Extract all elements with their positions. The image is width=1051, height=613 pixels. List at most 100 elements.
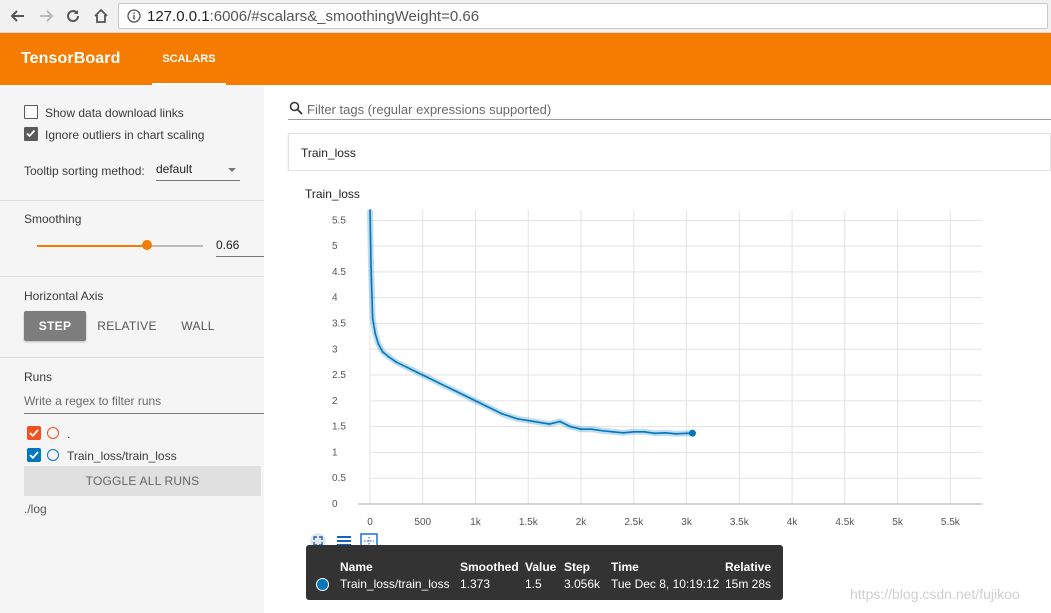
- y-tick-label: 0.5: [332, 473, 346, 484]
- smoothing-input[interactable]: 0.66: [216, 238, 264, 257]
- x-tick-label: 1k: [470, 517, 482, 528]
- series-point: [370, 265, 372, 268]
- x-tick-label: 5k: [892, 517, 904, 528]
- x-tick-label: 5.5k: [941, 517, 961, 528]
- url-path: :6006/#scalars&_smoothingWeight=0.66: [209, 7, 480, 25]
- tag-group-title: Train_loss: [301, 146, 356, 160]
- divider: [0, 357, 264, 358]
- series-point: [675, 432, 677, 435]
- series-line: [369, 209, 693, 435]
- y-tick-label: 1.5: [332, 422, 346, 433]
- y-tick-label: 5: [332, 241, 338, 252]
- series-point: [622, 431, 625, 434]
- divider: [0, 276, 264, 277]
- reload-icon[interactable]: [62, 5, 84, 27]
- run-color-swatch[interactable]: [47, 427, 59, 439]
- chart-series: [367, 209, 696, 437]
- app-header: TensorBoard SCALARS: [0, 33, 1051, 85]
- tooltip-header-smoothed: Smoothed: [460, 560, 519, 574]
- smoothing-label: Smoothing: [24, 212, 82, 226]
- tooltip-cell-step: 3.056k: [564, 577, 601, 591]
- y-tick-label: 3: [332, 344, 338, 355]
- series-point: [653, 432, 656, 435]
- series-point: [664, 431, 667, 434]
- tag-group-header[interactable]: Train_loss: [288, 133, 1051, 171]
- horizontal-axis-label: Horizontal Axis: [24, 289, 104, 303]
- x-tick-label: 2.5k: [624, 517, 644, 528]
- series-point: [590, 428, 593, 431]
- app-title: TensorBoard: [21, 50, 121, 67]
- runs-label: Runs: [24, 370, 53, 384]
- series-point: [388, 356, 390, 358]
- run-filter-placeholder: Write a regex to filter runs: [24, 394, 162, 408]
- sidebar: Show data download links Ignore outliers…: [0, 85, 264, 613]
- address-bar[interactable]: 127.0.0.1:6006/#scalars&_smoothingWeight…: [118, 3, 1048, 29]
- run-checkbox-dot[interactable]: [27, 426, 41, 440]
- back-icon[interactable]: [7, 5, 29, 27]
- chart-tooltip: Name Smoothed Value Step Time Relative T…: [306, 545, 783, 600]
- browser-toolbar: 127.0.0.1:6006/#scalars&_smoothingWeight…: [0, 0, 1051, 33]
- tooltip-cell-relative: 15m 28s: [725, 577, 772, 591]
- series-point: [485, 405, 487, 407]
- info-icon[interactable]: [127, 9, 141, 23]
- divider: [0, 200, 264, 201]
- run-filter-input[interactable]: Write a regex to filter runs: [24, 394, 264, 414]
- tab-scalars-label: SCALARS: [162, 53, 216, 65]
- series-point: [427, 376, 429, 379]
- tooltip-cell-name: Train_loss/train_loss: [340, 577, 450, 591]
- tag-filter-input[interactable]: Filter tags (regular expressions support…: [288, 100, 1051, 120]
- tooltip-sorting-select[interactable]: default: [156, 162, 240, 181]
- ignore-outliers-checkbox[interactable]: [24, 127, 38, 141]
- axis-step-button[interactable]: STEP: [24, 311, 86, 341]
- x-axis: 0 500 1k 1.5k 2k 2.5k 3k 3.5k 4k 4.5k 5k 5.5k: [358, 503, 982, 528]
- series-point: [377, 343, 380, 346]
- series-point: [416, 371, 419, 374]
- tooltip-cell-smoothed: 1.373: [460, 577, 491, 591]
- x-tick-label: 3k: [681, 517, 693, 528]
- search-icon: [289, 101, 303, 118]
- y-tick-label: 5.5: [332, 215, 346, 226]
- x-tick-label: 4.5k: [835, 517, 855, 528]
- show-download-links-checkbox[interactable]: [24, 105, 38, 119]
- smoothing-slider-track[interactable]: [147, 245, 203, 247]
- line-chart[interactable]: 0 0.5 1 1.5 2 2.5 3 3.5 4 4.5 5 5.5 0 500 1k 1.5k 2k 2.5…: [288, 200, 1051, 535]
- series-point: [569, 425, 572, 428]
- run-checkbox-train-loss[interactable]: [27, 448, 41, 462]
- series-point: [632, 430, 635, 433]
- show-download-links-label: Show data download links: [45, 106, 184, 120]
- axis-relative-button[interactable]: RELATIVE: [92, 311, 162, 341]
- series-point: [559, 420, 561, 423]
- y-tick-label: 2: [332, 396, 338, 407]
- series-raw-band: [367, 209, 693, 437]
- series-point: [611, 430, 614, 433]
- chart-grid: [369, 210, 982, 505]
- forward-icon[interactable]: [35, 5, 57, 27]
- x-tick-label: 3.5k: [730, 517, 750, 528]
- x-tick-label: 4k: [787, 517, 799, 528]
- run-label: Train_loss/train_loss: [67, 449, 177, 463]
- axis-wall-button[interactable]: WALL: [170, 311, 226, 341]
- x-tick-label: 1.5k: [519, 517, 539, 528]
- series-marker: [688, 429, 696, 437]
- toggle-all-runs-button[interactable]: TOGGLE ALL RUNS: [24, 466, 261, 496]
- tab-scalars[interactable]: SCALARS: [152, 33, 226, 85]
- logdir-label: ./log: [24, 502, 47, 516]
- ignore-outliers-label: Ignore outliers in chart scaling: [45, 128, 205, 142]
- home-icon[interactable]: [90, 5, 112, 27]
- run-color-swatch[interactable]: [47, 449, 59, 461]
- smoothing-slider-knob[interactable]: [142, 240, 152, 250]
- tooltip-header-value: Value: [525, 560, 557, 574]
- tooltip-sorting-label: Tooltip sorting method:: [24, 164, 145, 178]
- series-point: [516, 417, 519, 420]
- series-point: [437, 381, 440, 384]
- url-host: 127.0.0.1: [147, 7, 210, 25]
- x-tick-label: 2k: [576, 517, 588, 528]
- series-point: [453, 389, 456, 392]
- smoothing-value: 0.66: [216, 238, 240, 252]
- series-point: [548, 423, 551, 425]
- y-tick-label: 1: [332, 447, 338, 458]
- series-point: [374, 332, 377, 335]
- series-point: [395, 361, 398, 364]
- tooltip-cell-value: 1.5: [525, 577, 542, 591]
- smoothing-slider-filled[interactable]: [37, 245, 147, 247]
